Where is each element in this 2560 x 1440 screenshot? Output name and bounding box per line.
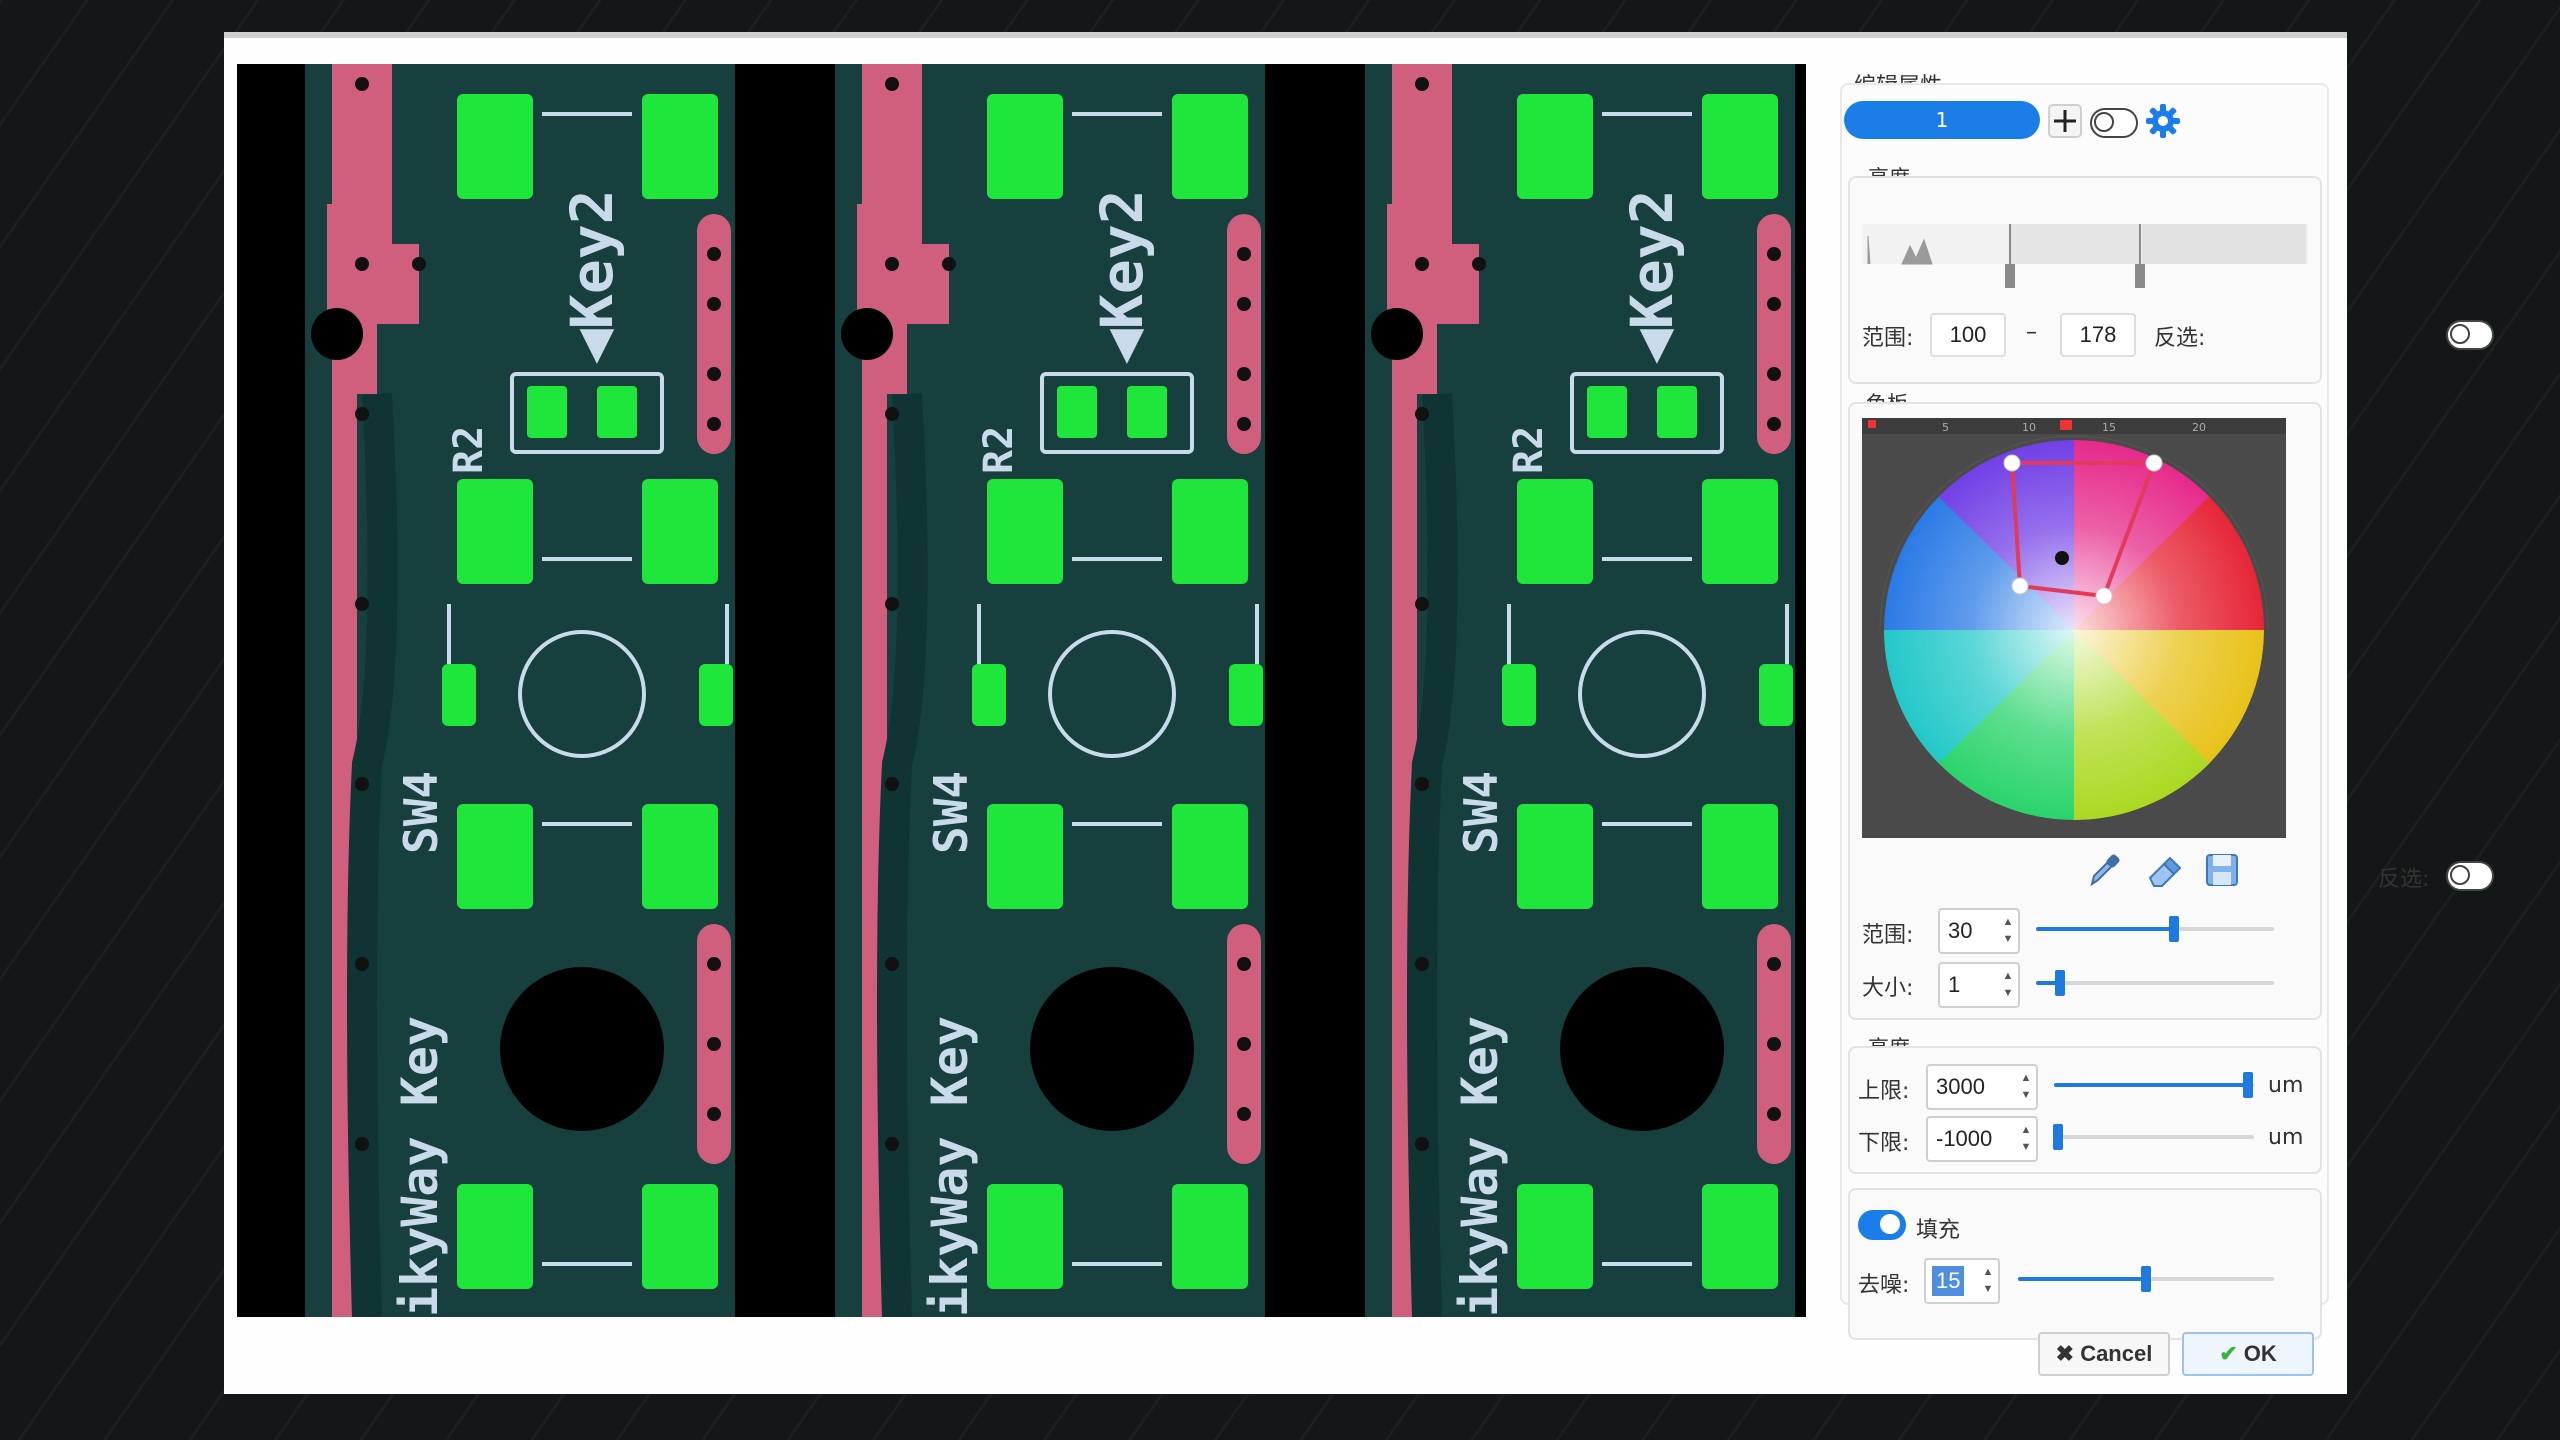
slider-thumb[interactable] <box>2054 970 2065 996</box>
height-upper-value: 3000 <box>1936 1074 1985 1099</box>
denoise-slider[interactable] <box>2018 1264 2274 1294</box>
palette-range-stepper[interactable]: 30 ▲ ▼ <box>1938 908 2020 954</box>
height-upper-stepper[interactable]: 3000 ▲ ▼ <box>1926 1064 2038 1110</box>
stepper-arrows-icon[interactable]: ▲ ▼ <box>2001 914 2015 950</box>
brightness-range-separator: – <box>2026 320 2037 345</box>
eraser-icon[interactable] <box>2146 852 2182 888</box>
denoise-label: 去噪: <box>1858 1273 1910 1298</box>
color-wheel[interactable]: 5 10 15 20 <box>1862 418 2286 838</box>
height-lower-stepper[interactable]: -1000 ▲ ▼ <box>1926 1116 2038 1162</box>
brightness-max-input[interactable]: 178 <box>2060 313 2136 357</box>
height-upper-slider[interactable] <box>2054 1070 2254 1100</box>
svg-text:20: 20 <box>2192 421 2206 434</box>
stepper-arrows-icon[interactable]: ▲ ▼ <box>2019 1070 2033 1106</box>
brightness-invert-toggle[interactable] <box>2446 320 2494 350</box>
height-group <box>1848 1046 2322 1174</box>
svg-text:15: 15 <box>2102 421 2116 434</box>
check-icon: ✔ <box>2219 1341 2244 1366</box>
image-viewport[interactable]: ◀Key2 R2 SW4 ikyWay Key <box>237 64 1806 1317</box>
denoise-stepper[interactable]: 15 ▲ ▼ <box>1924 1258 2000 1304</box>
cancel-label: Cancel <box>2080 1341 2153 1366</box>
stepper-arrows-icon[interactable]: ▲ ▼ <box>1981 1264 1995 1300</box>
plus-icon[interactable] <box>2048 104 2082 138</box>
denoise-value[interactable]: 15 <box>1932 1266 1965 1296</box>
save-icon[interactable] <box>2204 852 2240 888</box>
slider-thumb[interactable] <box>2169 916 2180 942</box>
brightness-range-label: 范围: <box>1862 326 1914 351</box>
height-lower-unit: um <box>2268 1125 2304 1150</box>
palette-size-value: 1 <box>1948 972 1961 997</box>
palette-range-slider[interactable] <box>2036 914 2274 944</box>
cancel-icon: ✖ <box>2055 1341 2081 1366</box>
palette-size-stepper[interactable]: 1 ▲ ▼ <box>1938 962 2020 1008</box>
layer-selector[interactable]: 1 <box>1844 101 2040 139</box>
eyedropper-icon[interactable] <box>2086 852 2122 888</box>
slider-thumb[interactable] <box>2053 1124 2063 1150</box>
cancel-button[interactable]: ✖ Cancel <box>2038 1332 2170 1376</box>
height-lower-label: 下限: <box>1858 1131 1910 1156</box>
gear-icon[interactable] <box>2144 102 2182 140</box>
slider-thumb[interactable] <box>2141 1266 2151 1292</box>
brightness-min-input[interactable]: 100 <box>1930 313 2006 357</box>
pcb-image: ◀Key2 R2 SW4 ikyWay Key <box>237 64 1806 1317</box>
ok-label: OK <box>2243 1341 2277 1366</box>
stepper-arrows-icon[interactable]: ▲ ▼ <box>2019 1122 2033 1158</box>
svg-text:5: 5 <box>1942 421 1949 434</box>
brightness-histogram[interactable] <box>1862 196 2308 300</box>
stepper-arrows-icon[interactable]: ▲ ▼ <box>2001 968 2015 1004</box>
palette-size-label: 大小: <box>1862 976 1914 1001</box>
fill-toggle[interactable] <box>1858 1210 1906 1240</box>
layer-toggle[interactable] <box>2090 108 2138 138</box>
edit-properties-dialog: ◀Key2 R2 SW4 ikyWay Key 编辑属性 1 <box>224 32 2494 1394</box>
height-lower-slider[interactable] <box>2053 1122 2254 1152</box>
palette-range-label: 范围: <box>1862 923 1914 948</box>
palette-size-slider[interactable] <box>2036 968 2274 998</box>
palette-invert-label: 反选: <box>2378 867 2430 892</box>
height-lower-value: -1000 <box>1936 1126 1993 1151</box>
height-upper-label: 上限: <box>1858 1079 1910 1104</box>
ok-button[interactable]: ✔ OK <box>2182 1332 2314 1376</box>
slider-thumb[interactable] <box>2243 1072 2253 1098</box>
fill-label: 填充 <box>1916 1218 1961 1243</box>
brightness-invert-label: 反选: <box>2154 326 2206 351</box>
svg-text:10: 10 <box>2022 421 2036 434</box>
height-upper-unit: um <box>2268 1073 2304 1098</box>
palette-range-value: 30 <box>1948 918 1973 943</box>
palette-invert-toggle[interactable] <box>2446 861 2494 891</box>
